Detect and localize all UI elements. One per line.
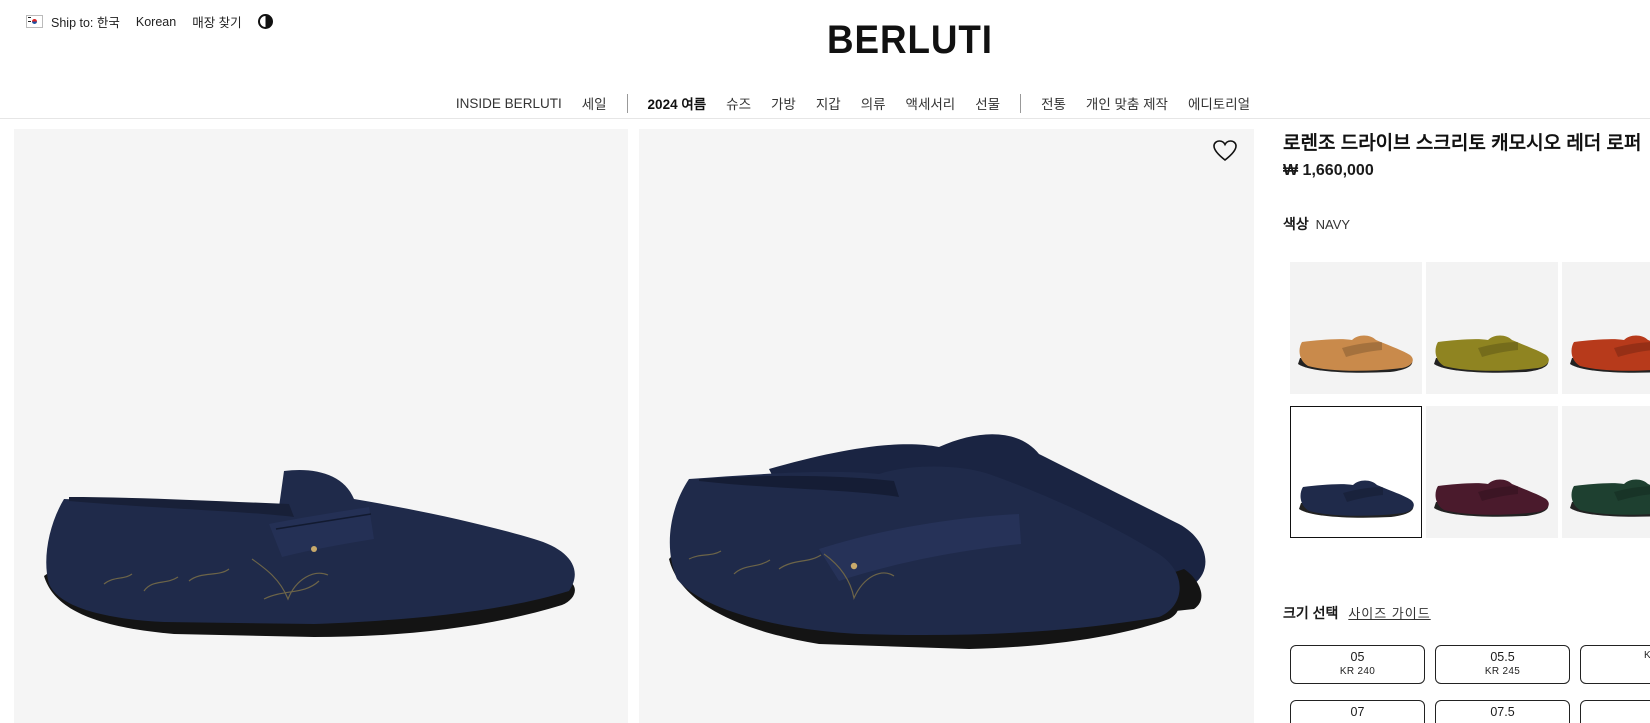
nav-item[interactable]: INSIDE BERLUTI (456, 96, 562, 111)
wishlist-heart-icon[interactable] (1212, 139, 1238, 163)
product-title: 로렌조 드라이브 스크리토 캐모시오 레더 로퍼 (1283, 133, 1642, 154)
nav-item[interactable]: 에디토리얼 (1188, 93, 1250, 113)
language-selector[interactable]: Korean (136, 15, 176, 29)
nav-item[interactable]: 슈즈 (726, 93, 751, 113)
nav-item[interactable]: 액세서리 (906, 93, 956, 113)
size-option-button[interactable]: 05.5 KR 245 (1435, 645, 1570, 684)
size-value: 05.5 (1490, 650, 1515, 664)
nav-item[interactable]: 전통 (1041, 93, 1066, 113)
utility-bar: Ship to: 한국 Korean 매장 찾기 (26, 12, 273, 31)
nav-separator (626, 93, 628, 113)
nav-separator (1020, 93, 1022, 113)
store-finder-link[interactable]: 매장 찾기 (192, 12, 241, 31)
color-swatch-grid (1290, 262, 1650, 538)
nav-item[interactable]: 가방 (771, 93, 796, 113)
loafer-pair-view-image (669, 434, 1206, 649)
swatch-loafer-image (1570, 479, 1650, 517)
size-button-grid: 05 KR 240 05.5 KR 245 K 07 07.5 (1290, 645, 1650, 723)
brand-logo[interactable]: BERLUTI (820, 18, 1000, 63)
swatch-loafer-image (1299, 480, 1414, 518)
nav-item[interactable]: 개인 맞춤 제작 (1086, 93, 1168, 113)
swatch-loafer-image (1434, 479, 1549, 517)
color-swatch-navy[interactable] (1290, 406, 1422, 538)
color-swatch-red[interactable] (1562, 262, 1650, 394)
size-option-button[interactable]: K (1580, 645, 1650, 684)
size-option-button[interactable]: 05 KR 240 (1290, 645, 1425, 684)
swatch-loafer-image (1570, 335, 1650, 373)
size-kr-value: K (1644, 650, 1650, 661)
color-swatch-burgundy[interactable] (1426, 406, 1558, 538)
brand-logo-text: BERLUTI (827, 18, 993, 62)
main-nav: INSIDE BERLUTI 세일 2024 여름 슈즈 가방 지갑 의류 액세서리 선물 전통 개… (0, 88, 1650, 118)
loafer-side-view-image (44, 469, 575, 637)
product-image-pair[interactable] (639, 129, 1254, 723)
size-option-button[interactable]: 07 (1290, 700, 1425, 723)
header-divider (0, 118, 1650, 119)
nav-item[interactable]: 선물 (975, 93, 1000, 113)
nav-item[interactable]: 세일 (582, 93, 607, 113)
color-swatch-olive[interactable] (1426, 262, 1558, 394)
size-value: 07 (1350, 705, 1365, 719)
product-info: 로렌조 드라이브 스크리토 캐모시오 레더 로퍼 ₩ 1,660,000 색상 … (1283, 128, 1650, 234)
size-option-button[interactable] (1580, 700, 1650, 723)
size-guide-link[interactable]: 사이즈 가이드 (1348, 606, 1430, 621)
nav-item[interactable]: 2024 여름 (648, 93, 707, 113)
size-select-label: 크기 선택 (1283, 605, 1339, 621)
product-price: ₩ 1,660,000 (1283, 162, 1374, 179)
color-label: 색상 (1283, 216, 1309, 232)
size-value: 05 (1350, 650, 1365, 664)
korea-flag-icon (26, 15, 43, 28)
size-kr-value: KR 240 (1339, 666, 1376, 677)
size-value: 07.5 (1490, 705, 1515, 719)
ship-to-label: Ship to: 한국 (51, 16, 120, 30)
swatch-loafer-image (1434, 335, 1549, 373)
contrast-toggle-icon[interactable] (257, 14, 273, 29)
nav-item[interactable]: 의류 (861, 93, 886, 113)
size-option-button[interactable]: 07.5 (1435, 700, 1570, 723)
swatch-loafer-image (1298, 335, 1413, 373)
size-kr-value: KR 245 (1484, 666, 1521, 677)
color-value: NAVY (1315, 217, 1351, 232)
color-label-row: 색상 NAVY (1283, 214, 1650, 234)
color-swatch-tan[interactable] (1290, 262, 1422, 394)
ship-to-selector[interactable]: Ship to: 한국 (26, 12, 120, 31)
size-select-header: 크기 선택 사이즈 가이드 (1283, 603, 1431, 623)
color-swatch-green[interactable] (1562, 406, 1650, 538)
product-image-side[interactable] (14, 129, 628, 723)
nav-item[interactable]: 지갑 (816, 93, 841, 113)
